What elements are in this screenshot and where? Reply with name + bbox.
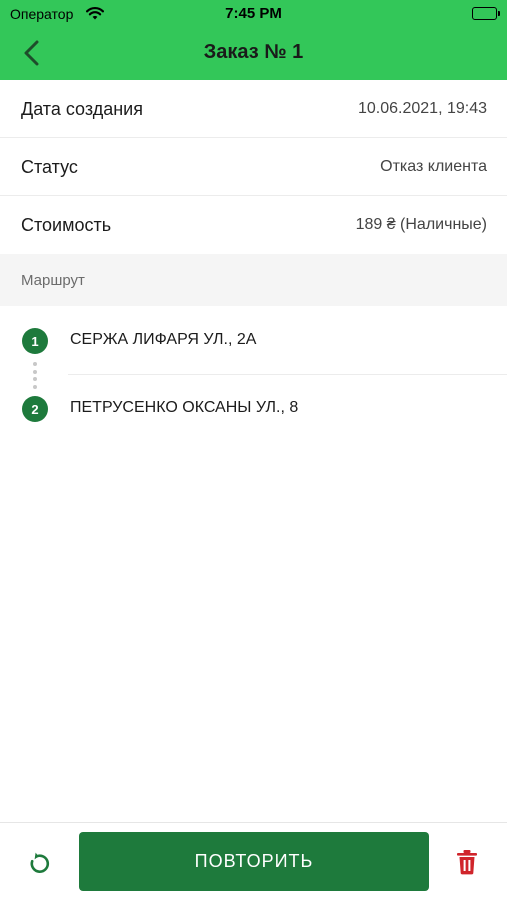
status-value: Отказ клиента bbox=[380, 158, 487, 175]
status-bar: Оператор 7:45 PM bbox=[0, 0, 507, 28]
route-point-number: 2 bbox=[22, 396, 48, 422]
status-label: Статус bbox=[21, 157, 78, 177]
route-point-address: ПЕТРУСЕНКО ОКСАНЫ УЛ., 8 bbox=[70, 399, 299, 416]
status-row: Статус Отказ клиента bbox=[0, 138, 507, 196]
status-time: 7:45 PM bbox=[225, 5, 282, 22]
route-point-2[interactable]: 2 ПЕТРУСЕНКО ОКСАНЫ УЛ., 8 bbox=[0, 374, 507, 442]
nav-header: Оператор 7:45 PM Заказ № 1 bbox=[0, 0, 507, 80]
refresh-icon bbox=[30, 852, 50, 873]
page-title: Заказ № 1 bbox=[203, 41, 304, 63]
created-date-row: Дата создания 10.06.2021, 19:43 bbox=[0, 80, 507, 138]
battery-icon bbox=[472, 7, 500, 20]
action-footer: ПОВТОРИТЬ bbox=[0, 822, 507, 900]
created-date-value: 10.06.2021, 19:43 bbox=[357, 100, 487, 117]
route-point-address: СЕРЖА ЛИФАРЯ УЛ., 2А bbox=[70, 331, 257, 348]
price-label: Стоимость bbox=[21, 215, 112, 235]
created-date-label: Дата создания bbox=[21, 99, 143, 119]
route-section-label: Маршрут bbox=[21, 272, 85, 289]
delete-button[interactable] bbox=[450, 845, 484, 879]
trash-icon bbox=[457, 850, 477, 875]
route-section-header: Маршрут bbox=[0, 254, 507, 306]
refresh-button[interactable] bbox=[22, 847, 56, 881]
route-list: 1 СЕРЖА ЛИФАРЯ УЛ., 2А 2 ПЕТРУСЕНКО ОКСА… bbox=[0, 306, 507, 446]
repeat-order-button[interactable]: ПОВТОРИТЬ bbox=[79, 832, 429, 891]
route-point-1[interactable]: 1 СЕРЖА ЛИФАРЯ УЛ., 2А bbox=[0, 306, 507, 374]
route-point-number: 1 bbox=[22, 328, 48, 354]
price-row: Стоимость 189 ₴ (Наличные) bbox=[0, 196, 507, 254]
price-value: 189 ₴ (Наличные) bbox=[355, 216, 487, 233]
